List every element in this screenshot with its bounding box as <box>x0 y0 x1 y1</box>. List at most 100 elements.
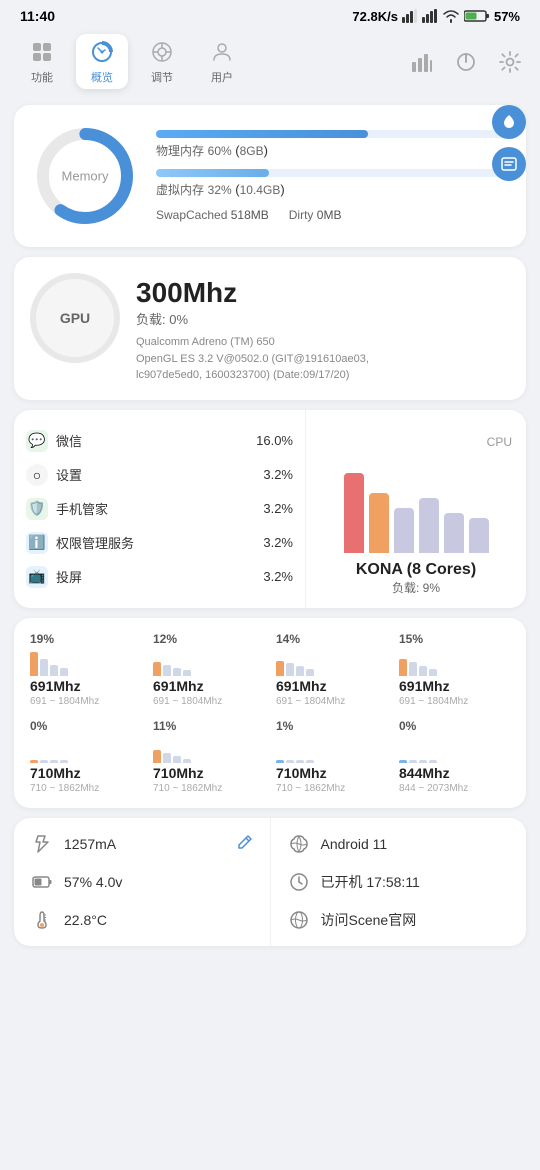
tab-user[interactable]: 用户 <box>196 34 248 89</box>
core-range-3: 691 ~ 1804Mhz <box>399 696 468 707</box>
bottom-card: 1257mA 57% 4.0v <box>14 818 526 946</box>
core-range-4: 710 ~ 1862Mhz <box>30 783 99 794</box>
physical-mem-label: 物理内存 60% (8GB) <box>156 142 510 159</box>
wifi-icon <box>442 9 460 23</box>
app-pct-perm: 3.2% <box>263 535 293 550</box>
core-bar <box>183 670 191 676</box>
core-freq-1: 691Mhz <box>153 678 204 694</box>
battery-pct: 57% <box>494 9 520 24</box>
core-range-5: 710 ~ 1862Mhz <box>153 783 222 794</box>
core-bar <box>429 760 437 763</box>
tab-tune[interactable]: 调节 <box>136 34 188 89</box>
core-item-3: 15%691Mhz691 ~ 1804Mhz <box>399 632 510 707</box>
core-freq-5: 710Mhz <box>153 765 204 781</box>
chart-action-icon[interactable] <box>408 48 436 76</box>
list-item: ○ 设置 3.2% <box>26 458 293 492</box>
list-item: 💬 微信 16.0% <box>26 424 293 458</box>
battery-icon <box>464 9 490 23</box>
settings-action-icon[interactable] <box>496 48 524 76</box>
core-pct-2: 14% <box>276 632 300 646</box>
bar-5 <box>444 513 464 553</box>
info-row-power: 1257mA <box>30 832 254 856</box>
core-freq-7: 844Mhz <box>399 765 450 781</box>
info-row-website[interactable]: 访问Scene官网 <box>287 908 511 932</box>
core-range-1: 691 ~ 1804Mhz <box>153 696 222 707</box>
memory-card: Memory 物理内存 60% (8GB) 虚拟内存 32% (10.4GB) … <box>14 105 526 247</box>
core-bar <box>183 759 191 763</box>
core-bars-1 <box>153 648 191 676</box>
edit-power-icon[interactable] <box>236 832 254 855</box>
info-row-battery: 57% 4.0v <box>30 870 254 894</box>
status-bar: 11:40 72.8K/s 57% <box>0 0 540 28</box>
mem-info-button[interactable] <box>492 147 526 181</box>
virtual-mem-row: 虚拟内存 32% (10.4GB) <box>156 169 510 198</box>
core-bar <box>60 668 68 676</box>
core-bar <box>429 669 437 676</box>
tab-user-label: 用户 <box>211 69 233 85</box>
core-bar <box>153 662 161 676</box>
core-item-1: 12% 691Mhz 691 ~ 1804Mhz <box>153 632 264 707</box>
tab-func[interactable]: 功能 <box>16 34 68 89</box>
app-pct-settings: 3.2% <box>263 467 293 482</box>
app-name-wechat: 微信 <box>56 431 248 450</box>
os-icon <box>287 832 311 856</box>
power-value: 1257mA <box>64 836 226 852</box>
app-icon-settings: ○ <box>26 464 48 486</box>
info-row-temp: 22.8°C <box>30 908 254 932</box>
website-icon <box>287 908 311 932</box>
virtual-bar-fill <box>156 169 269 177</box>
bar-2 <box>369 493 389 553</box>
core-bars-3 <box>399 648 437 676</box>
app-list: 💬 微信 16.0% ○ 设置 3.2% 🛡️ 手机管家 3.2% ℹ️ 权限管… <box>14 410 306 608</box>
core-bar <box>409 760 417 763</box>
nav-tabs: 功能 概览 <box>16 34 248 89</box>
app-name-perm: 权限管理服务 <box>56 533 255 552</box>
core-bars-7 <box>399 735 437 763</box>
core-freq-0: 691Mhz <box>30 678 81 694</box>
network-speed: 72.8K/s <box>352 9 398 24</box>
bar-6 <box>469 518 489 553</box>
bar-4 <box>419 498 439 553</box>
memory-label: Memory <box>62 169 109 184</box>
core-bar <box>286 760 294 763</box>
physical-mem-row: 物理内存 60% (8GB) <box>156 130 510 159</box>
list-item: 📺 投屏 3.2% <box>26 560 293 594</box>
uptime-value: 已开机 17:58:11 <box>321 872 511 892</box>
list-item: ℹ️ 权限管理服务 3.2% <box>26 526 293 560</box>
app-pct-wechat: 16.0% <box>256 433 293 448</box>
cores-card: 19%691Mhz691 ~ 1804Mhz12%691Mhz691 ~ 180… <box>14 618 526 808</box>
power-action-icon[interactable] <box>452 48 480 76</box>
signal-icon2 <box>422 9 438 23</box>
core-bar <box>50 760 58 763</box>
cpu-load: 负载: 9% <box>392 579 440 596</box>
battery-value: 57% 4.0v <box>64 874 254 890</box>
core-bar <box>50 665 58 676</box>
core-item-5: 11%710Mhz710 ~ 1862Mhz <box>153 719 264 794</box>
core-bar <box>399 659 407 676</box>
core-bars-2 <box>276 648 314 676</box>
app-icon-guardian: 🛡️ <box>26 498 48 520</box>
temp-value: 22.8°C <box>64 912 254 928</box>
core-bar <box>286 663 294 676</box>
core-bar <box>30 760 38 763</box>
swap-cached: SwapCached 518MB <box>156 208 269 222</box>
clean-mem-button[interactable] <box>492 105 526 139</box>
core-pct-1: 12% <box>153 632 177 646</box>
cpu-chart-label: CPU <box>487 435 512 449</box>
bar-1 <box>344 473 364 553</box>
app-name-guardian: 手机管家 <box>56 499 255 518</box>
bar-3 <box>394 508 414 553</box>
core-bars-0 <box>30 648 68 676</box>
app-pct-guardian: 3.2% <box>263 501 293 516</box>
bar-chart <box>344 453 489 553</box>
core-bars-4 <box>30 735 68 763</box>
battery-info-icon <box>30 870 54 894</box>
core-bar <box>419 760 427 763</box>
gpu-freq: 300Mhz <box>136 277 510 309</box>
core-pct-3: 15% <box>399 632 423 646</box>
app-icon-cast: 📺 <box>26 566 48 588</box>
tab-overview[interactable]: 概览 <box>76 34 128 89</box>
core-freq-2: 691Mhz <box>276 678 327 694</box>
gpu-load: 负载: 0% <box>136 309 510 328</box>
core-bar <box>60 760 68 763</box>
